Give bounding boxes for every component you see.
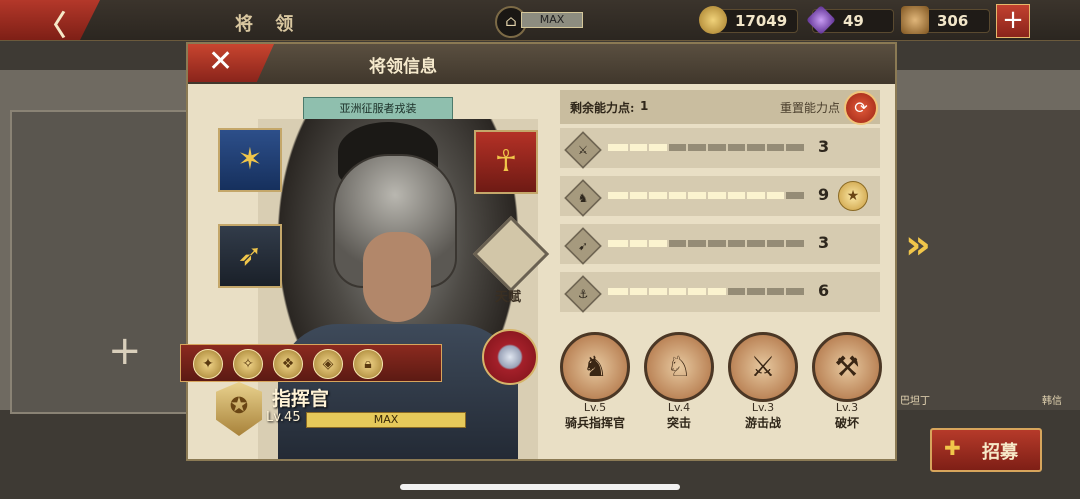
gold-coin-icon — [699, 6, 727, 34]
equip-spear-slot[interactable]: ➶ — [218, 224, 282, 288]
stat-value: 3 — [818, 233, 830, 252]
siege-ram-icon: ⚒ — [812, 332, 882, 402]
page-title: 将 领 — [235, 14, 302, 35]
stat-row[interactable]: ➹ 3 — [560, 224, 880, 265]
outfit-tag[interactable]: 亚洲征服者戎装 — [303, 97, 453, 121]
tactic-level: Lv.4 — [667, 401, 691, 414]
building-level[interactable]: ⌂ MAX — [495, 6, 587, 38]
recruit-label: 招募 — [982, 442, 1018, 463]
cavalry-head-icon: ♞ — [560, 332, 630, 402]
charge-rider-icon: ♘ — [644, 332, 714, 402]
gold-value: 17049 — [735, 12, 788, 30]
helmet-plus-icon: ✚ — [944, 436, 961, 460]
gold-counter[interactable]: 17049 — [699, 6, 799, 34]
equip-banner-slot[interactable]: ✶ — [218, 128, 282, 192]
tactic-name: 游击战 — [744, 416, 781, 430]
stat-row[interactable]: ⚔ 3 — [560, 128, 880, 169]
reset-points-label: 重置能力点 — [780, 101, 841, 115]
stat-progress-track — [608, 288, 804, 295]
sword-icon: ⚔ — [564, 131, 602, 169]
tactic-level: Lv.3 — [835, 401, 859, 414]
food-value: 306 — [937, 12, 969, 30]
add-resource-button[interactable]: + — [996, 4, 1030, 38]
food-counter[interactable]: 306 — [901, 6, 990, 34]
gem-socket-button[interactable] — [482, 329, 538, 385]
tactic-name: 突击 — [666, 416, 691, 430]
hero-rank: 指挥官 — [272, 388, 330, 410]
side-hero-name: 韩信 — [1042, 396, 1062, 407]
stat-row[interactable]: ♞ 9 ★ — [560, 176, 880, 217]
tactic-card[interactable]: ♞ Lv.5 骑兵指挥官 — [560, 332, 630, 431]
empty-hero-slot[interactable] — [10, 110, 189, 414]
rank-badge: ✪ — [216, 382, 262, 436]
tactic-card[interactable]: ♘ Lv.4 突击 — [644, 332, 714, 431]
stat-progress-fill — [608, 240, 667, 247]
stat-progress-fill — [608, 144, 667, 151]
add-hero-icon[interactable]: + — [108, 328, 142, 374]
food-basket-icon — [901, 6, 929, 34]
skill-3-icon[interactable]: ❖ — [273, 349, 303, 379]
tactic-name: 破坏 — [834, 416, 859, 430]
back-arrow-icon: 〈 — [38, 9, 67, 42]
stat-progress-fill — [608, 192, 785, 199]
stat-value: 9 — [818, 185, 830, 204]
remaining-points-value: 1 — [640, 99, 649, 113]
panel-title: 将领信息 — [369, 57, 437, 77]
skill-1-icon[interactable]: ✦ — [193, 349, 223, 379]
hero-face — [363, 232, 431, 322]
close-button[interactable]: ✕ — [188, 44, 274, 82]
star-medal-icon[interactable]: ★ — [838, 181, 868, 211]
skirmish-icon: ⚔ — [728, 332, 798, 402]
bow-icon: ➹ — [564, 227, 602, 265]
tactic-name: 骑兵指挥官 — [564, 416, 625, 430]
anchor-icon: ⚓ — [564, 275, 602, 313]
tactic-level: Lv.3 — [751, 401, 775, 414]
horse-icon: ♞ — [564, 179, 602, 217]
skill-icon-bar: ✦ ✧ ❖ ◈ 🔒︎ — [180, 344, 442, 382]
top-bar: 〈 将 领 ⌂ MAX 17049 49 306 + — [0, 0, 1080, 41]
tactic-card[interactable]: ⚒ Lv.3 破坏 — [812, 332, 882, 431]
hero-level: Lv.45 — [266, 410, 301, 425]
level-max-label: MAX — [521, 12, 583, 28]
side-hero-name: 巴坦丁 — [900, 396, 930, 407]
eagle-wings-icon: ✪ — [229, 394, 249, 419]
home-indicator[interactable] — [400, 484, 680, 490]
equip-mask-slot[interactable]: ☥ — [474, 130, 538, 194]
gem-value: 49 — [843, 12, 864, 30]
lock-icon[interactable]: 🔒︎ — [353, 349, 383, 379]
tactic-level: Lv.5 — [583, 401, 607, 414]
stat-progress-track — [608, 192, 804, 199]
recruit-button[interactable]: ✚ 招募 — [930, 428, 1042, 472]
stat-value: 6 — [818, 281, 830, 300]
close-icon: ✕ — [208, 44, 234, 79]
gem-counter[interactable]: 49 — [806, 5, 894, 35]
remaining-points-label: 剩余能力点: — [570, 101, 635, 115]
skill-4-icon[interactable]: ◈ — [313, 349, 343, 379]
stat-progress-track — [608, 240, 804, 247]
back-button[interactable]: 〈 — [0, 0, 100, 40]
spear-icon: ➶ — [237, 238, 263, 273]
tactic-card[interactable]: ⚔ Lv.3 游击战 — [728, 332, 798, 431]
hero-info-panel: ✕ 将领信息 亚洲征服者戎装 ✶ ➶ ☥ 天赋 ✦ ✧ ❖ ◈ 🔒︎ ✪ 指挥官… — [180, 42, 897, 461]
stat-row[interactable]: ⚓ 6 — [560, 272, 880, 313]
purple-gem-icon — [806, 5, 836, 35]
stat-progress-track — [608, 144, 804, 151]
refresh-icon: ⟳ — [854, 98, 868, 117]
next-hero-arrow-icon[interactable]: » — [905, 222, 931, 268]
pharaoh-mask-icon: ☥ — [494, 144, 518, 179]
talent-label: 天赋 — [494, 290, 521, 305]
panel-header: ✕ 将领信息 — [188, 44, 895, 84]
reset-points-button[interactable]: ⟳ — [844, 91, 878, 125]
stat-value: 3 — [818, 137, 830, 156]
skill-2-icon[interactable]: ✧ — [233, 349, 263, 379]
legion-banner-icon: ✶ — [237, 142, 263, 177]
level-progress-bar: MAX — [306, 412, 466, 428]
